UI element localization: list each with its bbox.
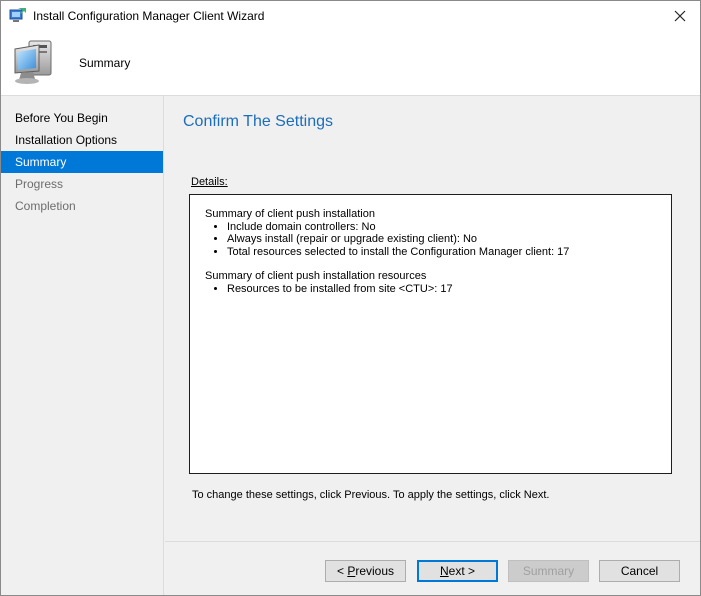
details-bullet: Always install (repair or upgrade existi… <box>227 233 671 246</box>
details-section-heading: Summary of client push installation reso… <box>205 270 427 282</box>
cancel-button[interactable]: Cancel <box>599 560 680 582</box>
previous-prefix: < <box>336 564 348 578</box>
nav-item-summary[interactable]: Summary <box>1 151 163 173</box>
content-panel: Confirm The Settings Details: Summary of… <box>165 96 700 541</box>
nav-item-progress: Progress <box>15 177 64 191</box>
wizard-step-nav: Before You Begin Installation Options Su… <box>1 96 164 595</box>
wizard-window: Install Configuration Manager Client Wiz… <box>0 0 701 596</box>
close-button[interactable] <box>660 1 700 31</box>
nav-item-completion: Completion <box>15 199 76 213</box>
details-section-heading: Summary of client push installation <box>205 208 375 220</box>
next-mnemonic: N <box>439 564 449 578</box>
details-bullet: Resources to be installed from site <CTU… <box>227 283 671 296</box>
wizard-app-icon <box>9 7 27 25</box>
page-title: Confirm The Settings <box>183 113 333 130</box>
summary-button: Summary <box>508 560 589 582</box>
instruction-text: To change these settings, click Previous… <box>192 489 550 501</box>
details-bullet: Include domain controllers: No <box>227 221 671 234</box>
details-label: Details: <box>191 176 228 188</box>
details-bullet-list: Include domain controllers: No Always in… <box>205 221 671 259</box>
nav-item-installation-options[interactable]: Installation Options <box>1 129 163 151</box>
details-text-box[interactable]: Summary of client push installation Incl… <box>189 194 672 474</box>
next-label-rest: ext > <box>448 564 476 578</box>
details-bullet-list: Resources to be installed from site <CTU… <box>205 283 671 296</box>
window-title: Install Configuration Manager Client Wiz… <box>33 9 265 23</box>
computer-icon <box>11 39 65 89</box>
previous-button[interactable]: < Previous <box>325 560 406 582</box>
title-bar: Install Configuration Manager Client Wiz… <box>1 1 700 31</box>
details-bullet: Total resources selected to install the … <box>227 246 671 259</box>
footer-divider <box>165 541 700 542</box>
header-title: Summary <box>79 56 131 70</box>
next-button[interactable]: Next > <box>417 560 498 582</box>
wizard-header: Summary <box>1 31 700 96</box>
nav-item-before-you-begin[interactable]: Before You Begin <box>1 107 163 129</box>
close-icon <box>674 10 686 22</box>
previous-label-rest: revious <box>355 564 395 578</box>
